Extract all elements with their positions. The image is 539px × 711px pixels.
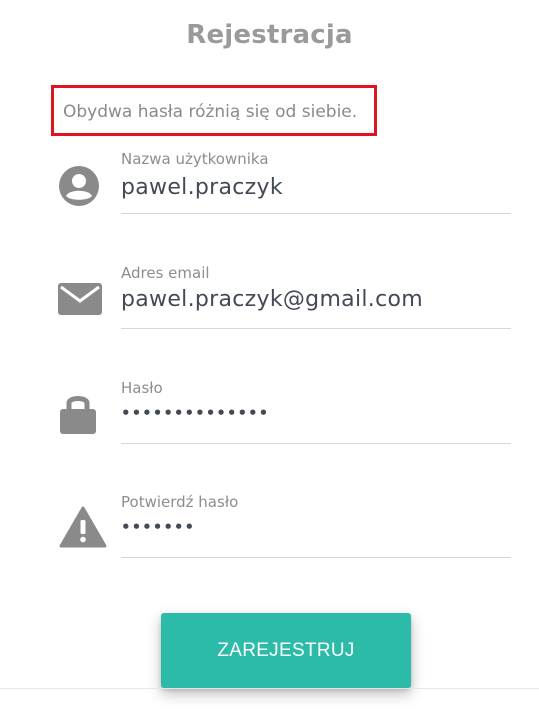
error-message-box: Obydwa hasła różnią się od siebie. [51,85,377,136]
username-underline [121,213,511,214]
envelope-icon [58,283,102,319]
confirm-password-underline [121,557,511,558]
bottom-divider [0,688,539,689]
confirm-password-label: Potwierdź hasło [121,493,239,511]
confirm-password-field[interactable]: Potwierdź hasło ••••••• [0,488,539,598]
password-field[interactable]: Hasło •••••••••••••• [0,374,539,484]
account-circle-icon [58,165,100,211]
password-label: Hasło [121,379,163,397]
email-underline [121,328,511,329]
confirm-password-value[interactable]: ••••••• [121,518,195,536]
lock-icon [60,392,96,438]
username-label: Nazwa użytkownika [121,150,269,168]
username-field[interactable]: Nazwa użytkownika pawel.praczyk [0,145,539,255]
email-field[interactable]: Adres email pawel.praczyk@gmail.com [0,259,539,369]
warning-icon [59,506,107,552]
error-message: Obydwa hasła różnią się od siebie. [63,102,358,122]
email-value[interactable]: pawel.praczyk@gmail.com [121,287,423,312]
password-value[interactable]: •••••••••••••• [121,404,269,422]
password-underline [121,443,511,444]
username-value[interactable]: pawel.praczyk [121,175,283,200]
page-title: Rejestracja [186,20,353,50]
registration-page: Rejestracja Obydwa hasła różnią się od s… [0,0,539,711]
register-button[interactable]: ZAREJESTRUJ [161,613,411,688]
email-label: Adres email [121,264,210,282]
